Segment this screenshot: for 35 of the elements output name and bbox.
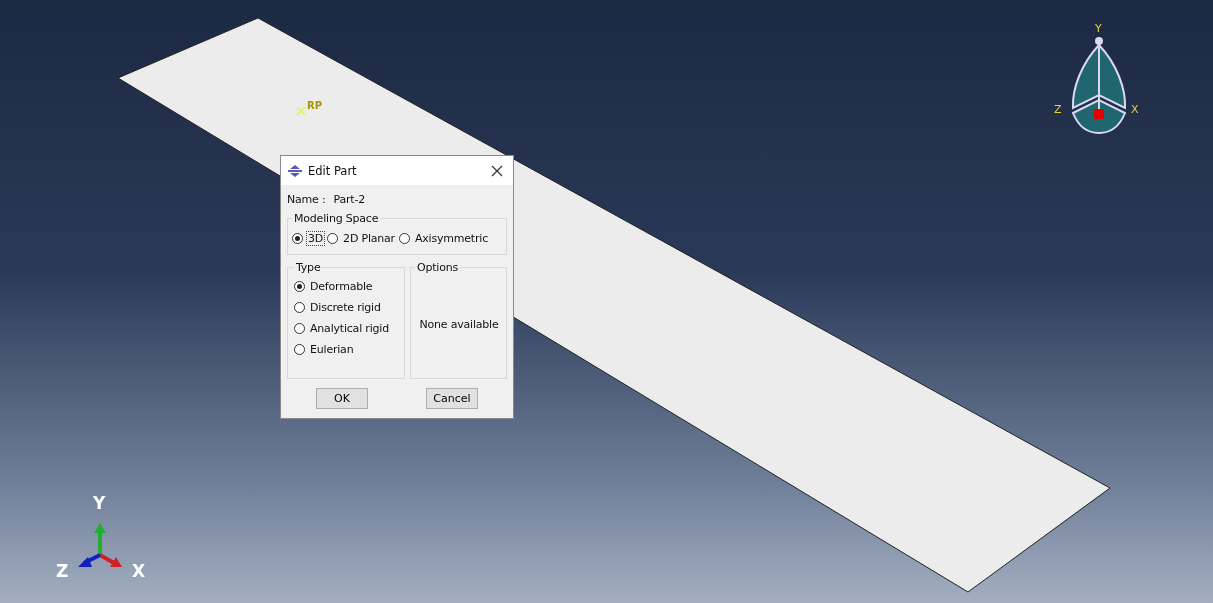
- axis-label: Y: [93, 493, 106, 513]
- view-cube-icon[interactable]: [1072, 37, 1126, 134]
- radio-label[interactable]: Axisymmetric: [412, 231, 490, 246]
- group-title: Type: [295, 261, 322, 274]
- radio-label[interactable]: 2D Planar: [341, 231, 397, 246]
- cancel-button[interactable]: Cancel: [426, 388, 478, 409]
- axis-label: Z: [1054, 103, 1062, 116]
- group-title: Options: [416, 261, 460, 274]
- name-label: Name :: [287, 193, 326, 206]
- axis-triad-icon: [78, 523, 122, 567]
- axis-label: X: [1131, 103, 1139, 116]
- radio-label[interactable]: 3D: [306, 231, 326, 246]
- radio-circle[interactable]: [398, 233, 410, 244]
- radio-circle[interactable]: [327, 233, 339, 244]
- group-title: Modeling Space: [293, 212, 380, 225]
- radio-label[interactable]: Discrete rigid: [308, 300, 383, 315]
- axis-label: Y: [1095, 22, 1102, 35]
- close-icon: [491, 164, 503, 177]
- axis-label: X: [132, 561, 146, 581]
- radio-label[interactable]: Deformable: [308, 279, 375, 294]
- ok-button[interactable]: OK: [316, 388, 368, 409]
- axis-label: Z: [56, 561, 69, 581]
- part-icon: [288, 164, 302, 177]
- radio-circle[interactable]: [294, 344, 305, 355]
- window-title: Edit Part: [308, 163, 358, 178]
- options-message: None available: [419, 317, 499, 331]
- radio-circle[interactable]: [294, 281, 305, 292]
- radio-label[interactable]: Eulerian: [308, 342, 356, 357]
- reference-point-icon: [296, 106, 306, 116]
- radio-circle[interactable]: [292, 233, 303, 244]
- radio-label[interactable]: Analytical rigid: [308, 321, 391, 336]
- reference-point-label: RP: [307, 100, 323, 111]
- radio-circle[interactable]: [294, 323, 305, 334]
- radio-circle[interactable]: [294, 302, 305, 313]
- name-value: Part-2: [333, 193, 365, 206]
